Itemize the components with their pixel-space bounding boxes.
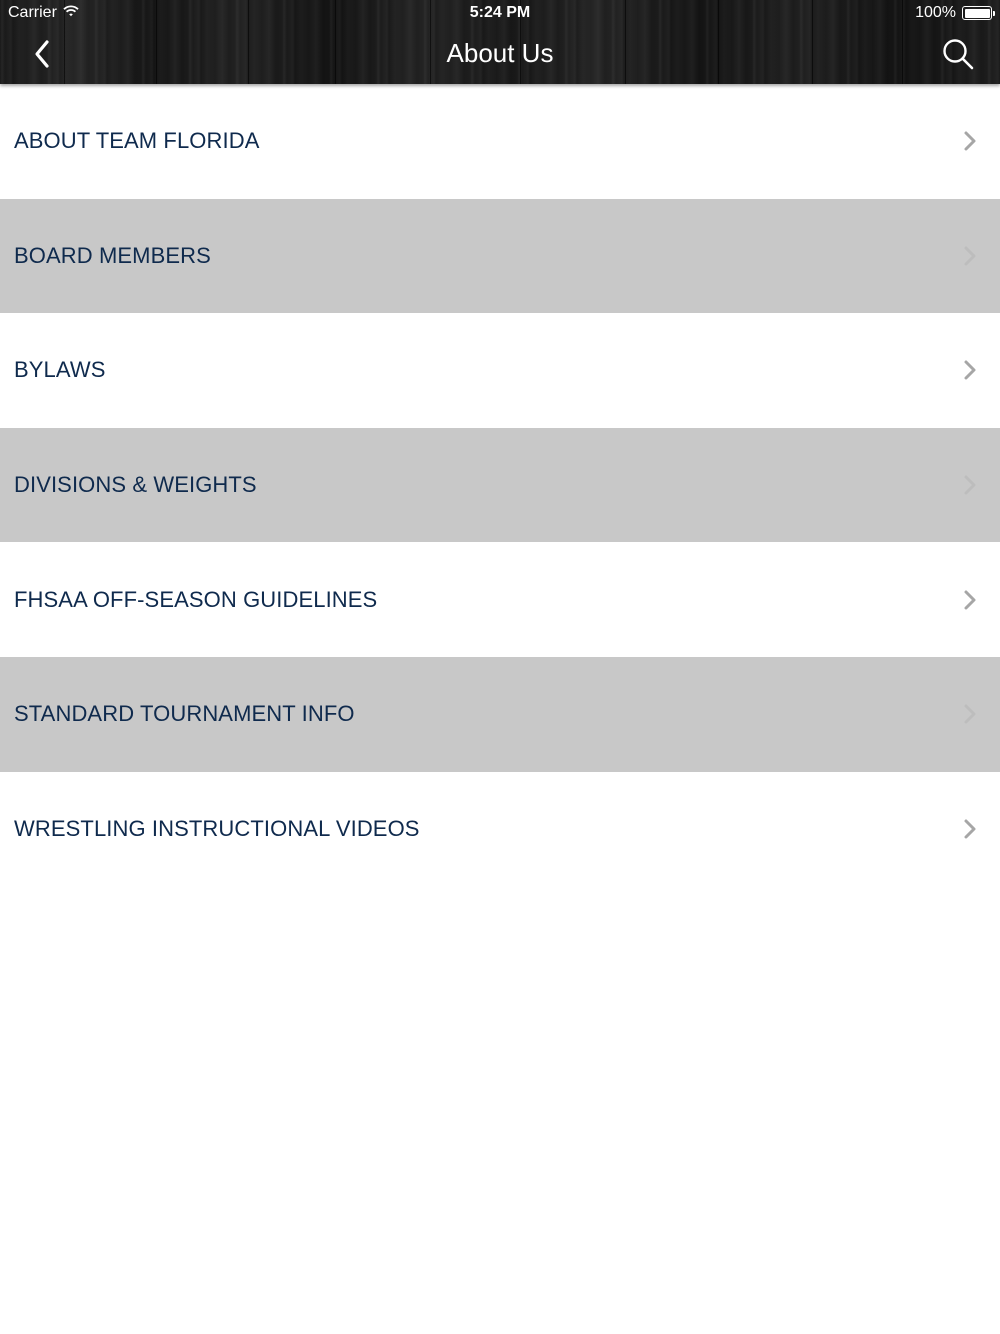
search-button[interactable] xyxy=(938,34,978,74)
chevron-right-icon xyxy=(962,474,978,496)
battery-icon xyxy=(962,6,995,20)
menu-item-fhsaa-off-season-guidelines[interactable]: FHSAA OFF-SEASON GUIDELINES xyxy=(0,542,1000,657)
chevron-right-icon xyxy=(962,703,978,725)
chevron-right-icon xyxy=(962,359,978,381)
chevron-right-icon xyxy=(962,245,978,267)
chevron-right-icon xyxy=(962,130,978,152)
battery-fill xyxy=(964,8,990,18)
menu-item-bylaws[interactable]: BYLAWS xyxy=(0,313,1000,428)
chevron-right-icon xyxy=(962,818,978,840)
battery-percent: 100% xyxy=(915,4,956,21)
menu-item-label: BOARD MEMBERS xyxy=(14,242,211,268)
menu-item-label: FHSAA OFF-SEASON GUIDELINES xyxy=(14,586,378,612)
chevron-right-icon xyxy=(962,589,978,611)
menu-item-label: ABOUT TEAM FLORIDA xyxy=(14,128,260,154)
menu-item-standard-tournament-info[interactable]: STANDARD TOURNAMENT INFO xyxy=(0,656,1000,772)
navigation-bar: Carrier 5:24 PM 100% About Us xyxy=(0,0,1000,84)
about-menu-list: ABOUT TEAM FLORIDA BOARD MEMBERS BYLAWS … xyxy=(0,84,1000,887)
menu-item-about-team-florida[interactable]: ABOUT TEAM FLORIDA xyxy=(0,84,1000,199)
menu-item-label: STANDARD TOURNAMENT INFO xyxy=(14,701,355,727)
menu-item-label: BYLAWS xyxy=(14,357,106,383)
status-time: 5:24 PM xyxy=(469,4,531,21)
status-right: 100% xyxy=(915,4,995,22)
menu-item-wrestling-instructional-videos[interactable]: WRESTLING INSTRUCTIONAL VIDEOS xyxy=(0,771,1000,887)
menu-item-board-members[interactable]: BOARD MEMBERS xyxy=(0,198,1000,314)
menu-item-label: WRESTLING INSTRUCTIONAL VIDEOS xyxy=(14,815,420,841)
menu-item-divisions-weights[interactable]: DIVISIONS & WEIGHTS xyxy=(0,427,1000,543)
search-icon xyxy=(943,39,974,70)
menu-item-label: DIVISIONS & WEIGHTS xyxy=(14,472,257,498)
page-title: About Us xyxy=(446,38,554,68)
